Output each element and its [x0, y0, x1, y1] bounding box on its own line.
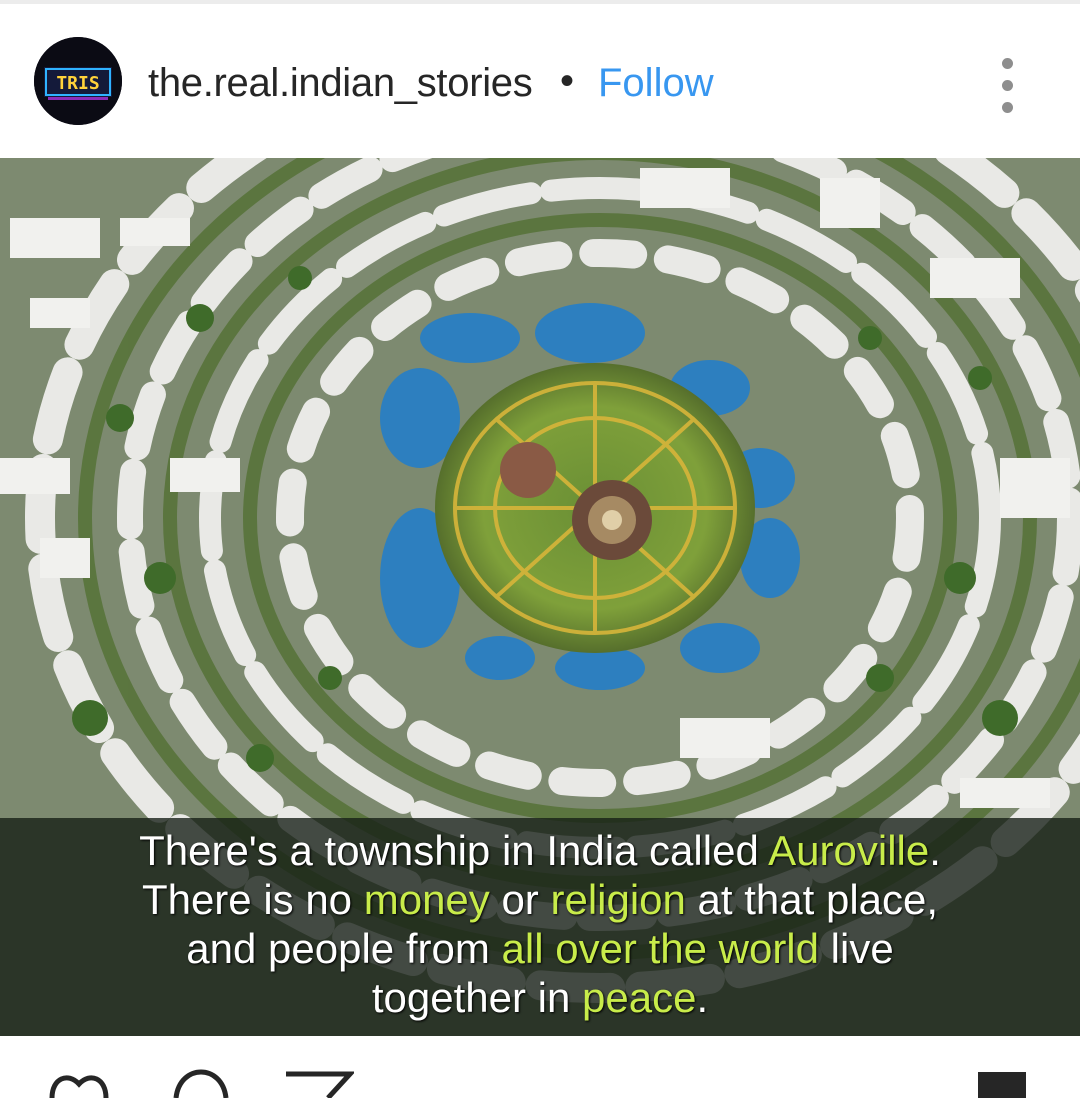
- more-options-button[interactable]: [988, 52, 1028, 122]
- caption-highlight: all over the world: [501, 925, 819, 972]
- caption-line-2: There is no money or religion at that pl…: [10, 875, 1070, 924]
- post-image[interactable]: There's a township in India called Aurov…: [0, 158, 1080, 1036]
- follow-button[interactable]: Follow: [598, 61, 714, 106]
- caption-line-4: together in peace.: [10, 973, 1070, 1022]
- caption-highlight: religion: [550, 876, 686, 923]
- caption-highlight: money: [363, 876, 490, 923]
- caption-text: and people from: [186, 925, 502, 972]
- image-caption: There's a township in India called Aurov…: [10, 826, 1070, 1022]
- share-icon[interactable]: [282, 1068, 354, 1098]
- separator-dot: •: [560, 59, 575, 103]
- caption-highlight: peace: [582, 974, 697, 1021]
- avatar-logo: TRIS: [34, 37, 122, 125]
- caption-text: .: [929, 827, 941, 874]
- post-actions-bar: [0, 1036, 1080, 1098]
- more-vertical-icon-dot: [1002, 80, 1013, 91]
- caption-text: together in: [371, 974, 583, 1021]
- caption-line-3: and people from all over the world live: [10, 924, 1070, 973]
- more-vertical-icon: [1002, 58, 1013, 69]
- avatar[interactable]: TRIS: [34, 37, 122, 125]
- username[interactable]: the.real.indian_stories: [148, 61, 533, 106]
- avatar-text: TRIS: [56, 73, 99, 94]
- post-header: TRIS the.real.indian_stories • Follow: [0, 4, 1080, 158]
- caption-line-1: There's a township in India called Aurov…: [10, 826, 1070, 875]
- caption-text: There's a township in India called: [139, 827, 769, 874]
- bookmark-icon[interactable]: [974, 1068, 1030, 1098]
- comment-icon[interactable]: [170, 1068, 232, 1098]
- caption-text: or: [489, 876, 551, 923]
- caption-text: at that place,: [685, 876, 939, 923]
- more-vertical-icon-dot: [1002, 102, 1013, 113]
- caption-text: .: [696, 974, 709, 1021]
- caption-text: There is no: [141, 876, 364, 923]
- caption-text: live: [819, 925, 894, 972]
- heart-icon[interactable]: [44, 1068, 114, 1098]
- caption-highlight: Auroville: [768, 827, 930, 874]
